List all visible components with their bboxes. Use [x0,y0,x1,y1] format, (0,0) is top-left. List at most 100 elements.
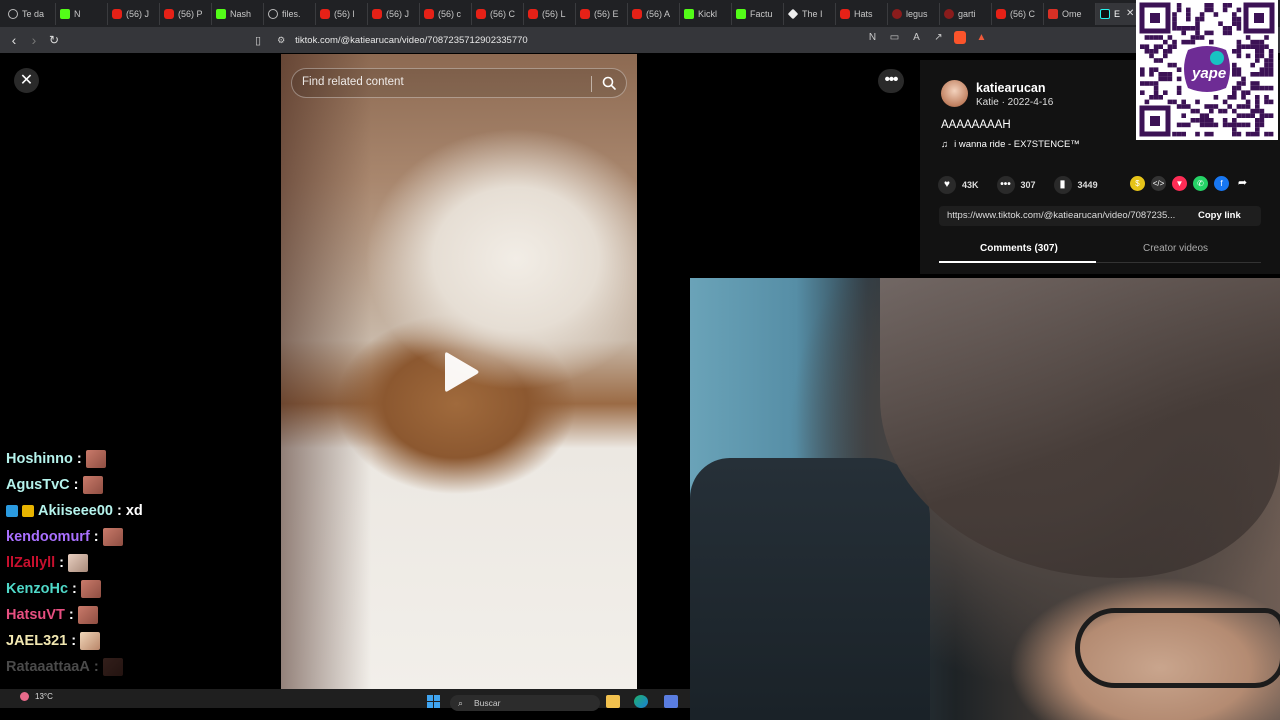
taskbar-search[interactable]: ⌕ Buscar [450,695,600,711]
qr-module [1195,16,1200,22]
post-author-date: Katie · 2022-4-16 [976,97,1054,108]
qr-module [1250,108,1255,114]
related-search-box[interactable]: Find related content [291,68,627,98]
qr-module [1195,26,1200,31]
browser-tab[interactable]: Kickl [680,2,732,25]
chat-username[interactable]: kendoomurf [6,529,90,545]
browser-tab[interactable]: Nash [212,2,264,25]
chat-username[interactable]: AgusTvC [6,477,70,493]
youtube-icon [632,8,642,19]
post-username[interactable]: katiearucan [976,81,1045,95]
browser-tab[interactable]: (56) J [368,2,420,25]
facebook-icon[interactable]: f [1214,176,1229,191]
translate-icon[interactable]: A [910,31,923,44]
youtube-icon [996,8,1006,19]
close-video-button[interactable]: ✕ [14,68,39,93]
chat-username[interactable]: Hoshinno [6,451,73,467]
share-icon[interactable]: ↗ [932,31,945,44]
store-icon[interactable] [664,695,678,708]
chat-username[interactable]: RataaattaaA [6,659,90,675]
browser-tab[interactable]: (56) L [524,2,576,25]
edge-icon[interactable] [634,695,648,708]
back-icon[interactable]: ‹ [4,32,24,48]
browser-tab[interactable]: legus [888,2,940,25]
post-stats: ♥ 43K ••• 307 ▮ 3449 [938,176,1098,194]
browser-tab[interactable]: (56) C [992,2,1044,25]
browser-tab[interactable]: Factu [732,2,784,25]
browser-tab[interactable]: (56) c [420,2,472,25]
more-options-button[interactable]: ••• [878,69,904,93]
browser-tab[interactable]: (56) A [628,2,680,25]
video-shade [281,54,371,690]
read-mode-icon[interactable]: N [866,31,879,44]
qr-module [1250,131,1255,137]
copy-link-button[interactable]: Copy link [1198,210,1241,221]
chat-username[interactable]: KenzoHc [6,581,68,597]
browser-tab-label: (56) A [646,8,671,19]
browser-tab[interactable]: Ome [1044,2,1096,25]
music-note-icon: ♫ [941,139,949,150]
qr-module [1218,21,1223,26]
site-info-icon[interactable]: ⚙ [277,35,285,46]
brave-shield-icon[interactable] [954,31,966,44]
chat-emote-icon [102,658,123,676]
screen-icon[interactable]: ▭ [888,31,901,44]
browser-tab[interactable]: E ✕ [1096,2,1136,25]
chat-username[interactable]: HatsuVT [6,607,65,623]
tab-creator-videos[interactable]: Creator videos [1143,243,1208,254]
chat-separator: : [93,659,99,675]
bookmark-icon[interactable]: ▮ [1053,176,1072,194]
bookmark-icon[interactable]: ▯ [255,34,261,47]
qr-module [1245,53,1251,59]
rewards-icon[interactable]: ▲ [975,31,988,44]
reload-icon[interactable]: ↻ [44,33,64,47]
post-music[interactable]: ♫ i wanna ride - EX7STENCE™ [941,139,1080,150]
qr-module [1241,81,1246,86]
qr-module [1268,85,1274,91]
chat-message: RataaattaaA: [6,654,276,680]
browser-tab[interactable]: The I [784,2,836,25]
chat-message: AgusTvC: [6,472,276,498]
coin-icon[interactable]: $ [1130,176,1145,191]
chat-emote-icon [82,476,103,494]
share-link-url[interactable]: https://www.tiktok.com/@katiearucan/vide… [947,210,1187,221]
browser-tab[interactable]: Hats [836,2,888,25]
qr-module [1204,118,1209,123]
browser-tab[interactable]: files. [264,2,316,25]
forward-share-icon[interactable]: ➦ [1235,176,1250,191]
qr-module [1167,35,1173,40]
forward-icon[interactable]: › [24,32,44,48]
heart-icon[interactable]: ♥ [938,176,956,194]
browser-tab[interactable]: N [56,2,108,25]
browser-tab[interactable]: (56) l [316,2,368,25]
browser-tab[interactable]: garti [940,2,992,25]
comment-icon[interactable]: ••• [996,176,1015,194]
embed-icon[interactable]: </> [1151,176,1166,191]
qr-module [1167,44,1173,49]
qr-module [1181,99,1186,105]
qr-module [1163,90,1168,95]
tab-comments[interactable]: Comments (307) [980,243,1058,254]
send-icon[interactable]: ▼ [1172,176,1187,191]
search-icon[interactable] [601,75,617,91]
qr-module [1186,104,1191,109]
video-player[interactable]: Find related content [281,54,637,690]
whatsapp-icon[interactable]: ✆ [1193,176,1208,191]
tab-close-icon[interactable]: ✕ [1126,8,1134,19]
qr-module [1149,81,1154,86]
browser-tab[interactable]: Te da [4,2,56,25]
qr-module [1264,99,1269,105]
play-icon[interactable] [444,350,480,394]
chat-username[interactable]: llZallyll [6,555,55,571]
file-explorer-icon[interactable] [606,695,620,708]
qr-module [1199,35,1205,40]
avatar[interactable] [941,80,968,107]
browser-tab[interactable]: (56) E [576,2,628,25]
browser-tab[interactable]: (56) P [160,2,212,25]
browser-tab[interactable]: (56) C [472,2,524,25]
chat-username[interactable]: Akiiseee00 [38,503,113,519]
weather-widget[interactable]: 13°C [20,692,53,701]
chat-username[interactable]: JAEL321 [6,633,67,649]
windows-start-icon[interactable] [427,695,440,708]
browser-tab[interactable]: (56) J [108,2,160,25]
